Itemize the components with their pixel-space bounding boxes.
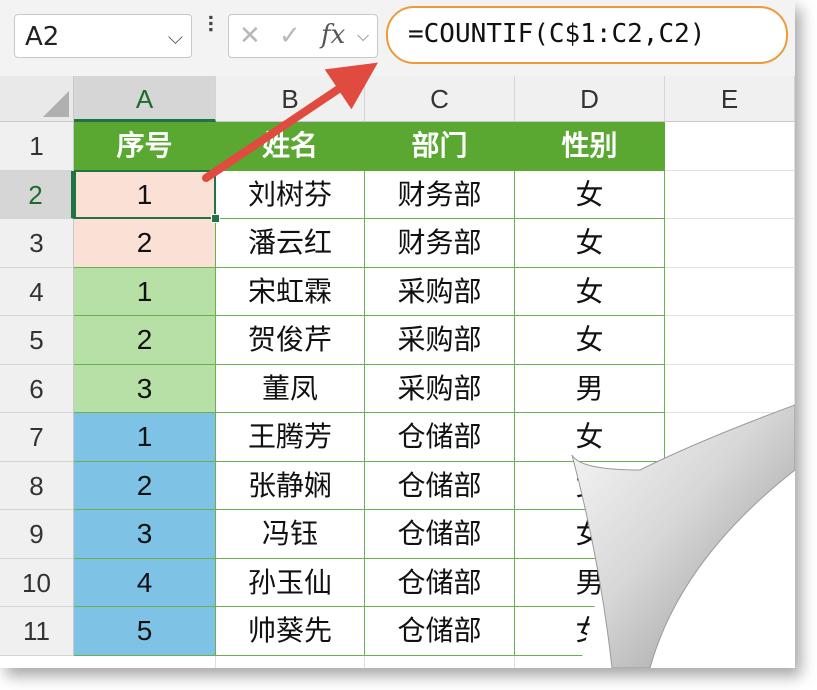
select-all-corner[interactable]	[0, 76, 74, 122]
table-cell[interactable]: 王腾芳	[216, 413, 365, 462]
empty-cell[interactable]	[365, 655, 515, 668]
name-box[interactable]: A2 ⌵	[14, 14, 192, 58]
empty-cell[interactable]	[665, 122, 795, 171]
empty-cell[interactable]	[665, 510, 795, 559]
sequence-cell[interactable]: 1	[74, 170, 216, 219]
name-box-value: A2	[25, 22, 60, 52]
table-cell[interactable]: 采购部	[365, 364, 515, 413]
empty-cell[interactable]	[665, 461, 795, 510]
row-header-7[interactable]: 7	[0, 413, 74, 462]
table-header-cell[interactable]: 部门	[365, 122, 515, 171]
table-cell[interactable]: 仓储部	[365, 510, 515, 559]
table-cell[interactable]: 女	[515, 219, 665, 268]
sequence-cell[interactable]: 2	[74, 316, 216, 365]
empty-cell[interactable]	[665, 607, 795, 656]
formula-controls: ✕ ✓ fx ⌵	[228, 14, 378, 58]
column-header-a[interactable]: A	[74, 76, 216, 122]
table-cell[interactable]: 财务部	[365, 170, 515, 219]
table-cell[interactable]: 冯钰	[216, 510, 365, 559]
row-header-11[interactable]: 11	[0, 607, 74, 656]
sequence-cell[interactable]: 3	[74, 510, 216, 559]
row-header-5[interactable]: 5	[0, 316, 74, 365]
fx-icon[interactable]: fx	[321, 20, 345, 50]
sequence-cell[interactable]: 2	[74, 461, 216, 510]
table-cell[interactable]: 女	[515, 267, 665, 316]
sequence-cell[interactable]: 4	[74, 558, 216, 607]
chevron-down-icon[interactable]: ⌵	[357, 26, 369, 46]
table-cell[interactable]: 刘树芬	[216, 170, 365, 219]
table-cell[interactable]: 董凤	[216, 364, 365, 413]
table-cell[interactable]: 仓储部	[365, 461, 515, 510]
sequence-cell[interactable]: 5	[74, 607, 216, 656]
table-cell[interactable]: 女	[515, 413, 665, 462]
sequence-cell[interactable]: 1	[74, 267, 216, 316]
column-header-b[interactable]: B	[216, 76, 365, 122]
table-cell[interactable]: 女	[515, 510, 665, 559]
close-icon[interactable]: ✕	[239, 21, 261, 51]
column-header-e[interactable]: E	[665, 76, 795, 122]
table-cell[interactable]: 帅葵先	[216, 607, 365, 656]
row-header-2[interactable]: 2	[0, 170, 74, 219]
check-icon[interactable]: ✓	[279, 21, 301, 51]
empty-cell[interactable]	[665, 219, 795, 268]
row-header-10[interactable]: 10	[0, 558, 74, 607]
sequence-cell[interactable]: 1	[74, 413, 216, 462]
formula-bar: A2 ⌵ ⠇ ✕ ✓ fx ⌵ =COUNTIF(C$1:C2,C2)	[0, 0, 795, 76]
row-header-8[interactable]: 8	[0, 461, 74, 510]
table-header-cell[interactable]: 性别	[515, 122, 665, 171]
row-header-4[interactable]: 4	[0, 267, 74, 316]
row-header-6[interactable]: 6	[0, 364, 74, 413]
empty-cell[interactable]	[665, 170, 795, 219]
empty-cell[interactable]	[665, 558, 795, 607]
table-cell[interactable]: 仓储部	[365, 607, 515, 656]
formula-input[interactable]: =COUNTIF(C$1:C2,C2)	[386, 6, 788, 64]
table-cell[interactable]: 女	[515, 316, 665, 365]
spreadsheet-window: A2 ⌵ ⠇ ✕ ✓ fx ⌵ =COUNTIF(C$1:C2,C2) ABCD…	[0, 0, 795, 668]
column-header-d[interactable]: D	[515, 76, 665, 122]
row-header-1[interactable]: 1	[0, 122, 74, 171]
table-cell[interactable]: 女	[515, 170, 665, 219]
table-cell[interactable]: 贺俊芹	[216, 316, 365, 365]
fill-handle[interactable]	[211, 214, 220, 223]
table-cell[interactable]: 男	[515, 558, 665, 607]
table-header-cell[interactable]: 序号	[74, 122, 216, 171]
empty-cell[interactable]	[665, 655, 795, 668]
table-cell[interactable]: 宋虹霖	[216, 267, 365, 316]
table-header-cell[interactable]: 姓名	[216, 122, 365, 171]
more-options-icon[interactable]: ⠇	[206, 16, 222, 38]
row-header-9[interactable]: 9	[0, 510, 74, 559]
table-cell[interactable]: 采购部	[365, 316, 515, 365]
table-cell[interactable]: 女	[515, 461, 665, 510]
table-cell[interactable]: 男	[515, 364, 665, 413]
sequence-cell[interactable]: 3	[74, 364, 216, 413]
empty-cell[interactable]	[74, 655, 216, 668]
empty-cell[interactable]	[665, 316, 795, 365]
sequence-cell[interactable]: 2	[74, 219, 216, 268]
empty-cell[interactable]	[515, 655, 665, 668]
row-header-3[interactable]: 3	[0, 219, 74, 268]
empty-cell[interactable]	[216, 655, 365, 668]
table-cell[interactable]: 采购部	[365, 267, 515, 316]
table-cell[interactable]: 女	[515, 607, 665, 656]
table-cell[interactable]: 潘云红	[216, 219, 365, 268]
table-cell[interactable]: 张静娴	[216, 461, 365, 510]
table-cell[interactable]: 财务部	[365, 219, 515, 268]
empty-cell[interactable]	[665, 364, 795, 413]
table-cell[interactable]: 仓储部	[365, 558, 515, 607]
column-header-c[interactable]: C	[365, 76, 515, 122]
table-cell[interactable]: 孙玉仙	[216, 558, 365, 607]
empty-cell[interactable]	[665, 413, 795, 462]
empty-cell[interactable]	[665, 267, 795, 316]
chevron-down-icon[interactable]: ⌵	[168, 25, 183, 49]
table-cell[interactable]: 仓储部	[365, 413, 515, 462]
select-all-icon	[43, 91, 69, 117]
formula-text: =COUNTIF(C$1:C2,C2)	[408, 19, 706, 49]
